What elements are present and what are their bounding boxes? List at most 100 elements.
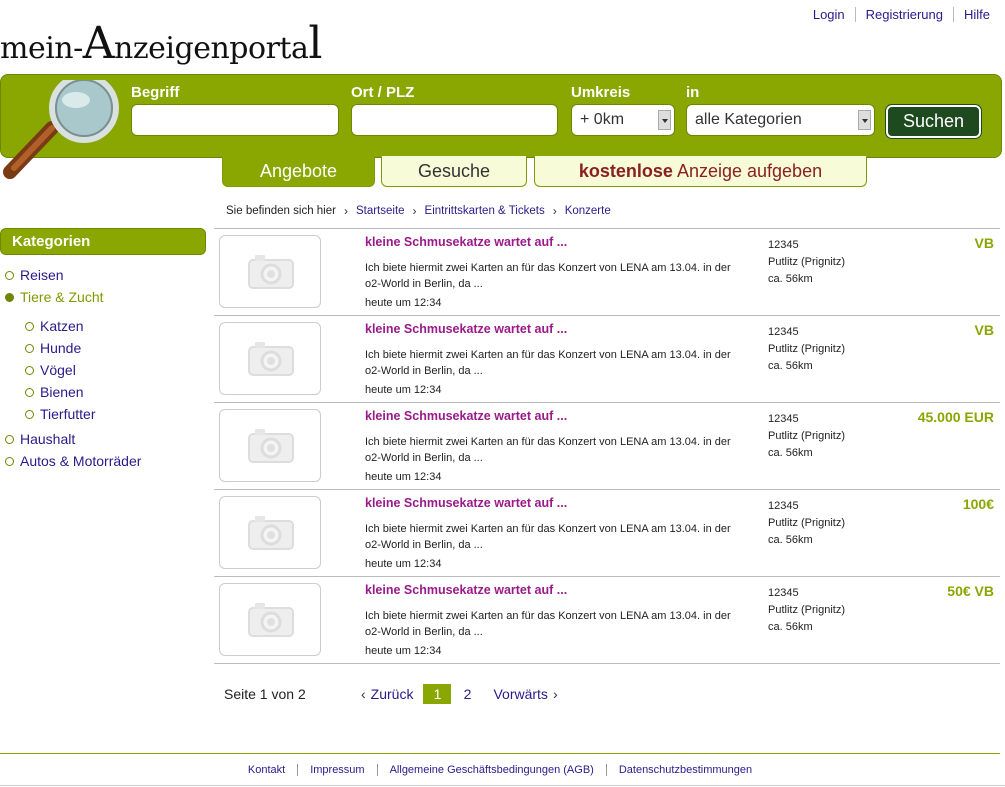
logo-text-big: A	[82, 18, 115, 69]
chevron-right-icon: ›	[343, 204, 348, 218]
sidebar-item-reisen[interactable]: Reisen	[5, 267, 64, 283]
sidebar-item-label: Autos & Motorräder	[20, 453, 142, 469]
listing-title[interactable]: kleine Schmusekatze wartet auf ...	[365, 583, 567, 597]
circle-bullet-icon	[5, 292, 14, 302]
listing-zip: 12345	[768, 587, 799, 599]
listing-price: VB	[974, 235, 994, 251]
listing-description: Ich biete hiermit zwei Karten an für das…	[365, 436, 731, 464]
breadcrumb-concerts[interactable]: Konzerte	[565, 205, 611, 217]
listing-distance: ca. 56km	[768, 273, 813, 285]
listing-thumbnail[interactable]	[219, 496, 321, 569]
camera-placeholder-icon	[248, 603, 294, 637]
camera-placeholder-icon	[248, 516, 294, 550]
chevron-right-icon[interactable]: ›	[553, 686, 558, 702]
radius-field-group: Umkreis + 0km	[571, 84, 675, 136]
circle-bullet-icon	[25, 409, 34, 419]
sidebar-item-hunde[interactable]: Hunde	[25, 340, 81, 356]
chevron-right-icon: ›	[552, 204, 557, 218]
listing-row[interactable]: kleine Schmusekatze wartet auf ... Ich b…	[214, 577, 1000, 664]
listing-thumbnail[interactable]	[219, 409, 321, 482]
listing-row[interactable]: kleine Schmusekatze wartet auf ... Ich b…	[214, 490, 1000, 577]
help-link[interactable]: Hilfe	[952, 7, 990, 22]
page-1[interactable]: 1	[423, 684, 452, 704]
location-field-group: Ort / PLZ	[351, 84, 558, 136]
sidebar-item-label: Vögel	[40, 362, 76, 378]
bottom-divider	[0, 785, 1005, 786]
radius-value: + 0km	[580, 111, 625, 128]
radius-label: Umkreis	[571, 84, 631, 101]
listing-time: heute um 12:34	[365, 297, 442, 309]
sidebar-item-label: Hunde	[40, 340, 82, 356]
listing-location: 12345 Putlitz (Prignitz) ca. 56km	[768, 237, 845, 288]
sidebar-item-katzen[interactable]: Katzen	[25, 318, 84, 334]
sidebar-item-label: Tierfutter	[40, 406, 96, 422]
chevron-down-icon[interactable]	[658, 110, 671, 130]
breadcrumb-tickets[interactable]: Eintrittskarten & Tickets	[425, 205, 545, 217]
chevron-down-icon[interactable]	[858, 110, 871, 130]
sidebar-item-tiere[interactable]: Tiere & Zucht	[5, 289, 104, 305]
listing-price: 100€	[962, 496, 994, 512]
listing-city: Putlitz (Prignitz)	[768, 256, 846, 268]
listing-city: Putlitz (Prignitz)	[768, 517, 846, 529]
listing-thumbnail[interactable]	[219, 235, 321, 308]
listing-row[interactable]: kleine Schmusekatze wartet auf ... Ich b…	[214, 229, 1000, 316]
free-ad-bold: kostenlose	[578, 161, 673, 181]
tab-offers[interactable]: Angebote	[222, 156, 375, 187]
sidebar-item-bienen[interactable]: Bienen	[25, 384, 84, 400]
listing-description: Ich biete hiermit zwei Karten an für das…	[365, 610, 731, 638]
site-logo[interactable]: mein-Anzeigenportal	[0, 18, 322, 69]
term-input[interactable]	[131, 104, 339, 136]
sidebar-item-tierfutter[interactable]: Tierfutter	[25, 406, 96, 422]
footer-contact-link[interactable]: Kontakt	[236, 764, 297, 776]
search-button[interactable]: Suchen	[886, 105, 981, 138]
listing-row[interactable]: kleine Schmusekatze wartet auf ... Ich b…	[214, 403, 1000, 490]
listing-time: heute um 12:34	[365, 384, 442, 396]
radius-select[interactable]: + 0km	[571, 104, 675, 136]
top-links: Login Registrierung Hilfe	[803, 7, 990, 22]
category-value: alle Kategorien	[695, 111, 802, 128]
sidebar-item-voegel[interactable]: Vögel	[25, 362, 76, 378]
sidebar-item-label: Reisen	[20, 267, 64, 283]
listing-row[interactable]: kleine Schmusekatze wartet auf ... Ich b…	[214, 316, 1000, 403]
prev-page-link[interactable]: Zurück	[371, 686, 414, 702]
listing-title[interactable]: kleine Schmusekatze wartet auf ...	[365, 409, 567, 423]
chevron-right-icon: ›	[412, 204, 417, 218]
listing-title[interactable]: kleine Schmusekatze wartet auf ...	[365, 322, 567, 336]
chevron-left-icon[interactable]: ‹	[361, 686, 366, 702]
tab-requests[interactable]: Gesuche	[381, 156, 527, 187]
listing-zip: 12345	[768, 239, 799, 251]
next-page-link[interactable]: Vorwärts	[493, 686, 547, 702]
logo-text-1: mein-	[0, 31, 83, 66]
footer-imprint-link[interactable]: Impressum	[297, 764, 376, 776]
listing-zip: 12345	[768, 326, 799, 338]
breadcrumb-lead: Sie befinden sich hier	[226, 205, 336, 217]
term-field-group: Begriff	[131, 84, 339, 136]
location-input[interactable]	[351, 104, 558, 136]
breadcrumb-home[interactable]: Startseite	[356, 205, 405, 217]
footer-privacy-link[interactable]: Datenschutzbestimmungen	[605, 764, 764, 776]
category-label: in	[686, 84, 700, 101]
footer-divider	[0, 753, 1000, 754]
listing-city: Putlitz (Prignitz)	[768, 604, 846, 616]
listing-zip: 12345	[768, 500, 799, 512]
circle-bullet-icon	[25, 343, 34, 353]
footer-terms-link[interactable]: Allgemeine Geschäftsbedingungen (AGB)	[376, 764, 606, 776]
category-select[interactable]: alle Kategorien	[686, 104, 875, 136]
sidebar-item-haushalt[interactable]: Haushalt	[5, 431, 75, 447]
pagination: Seite 1 von 2 ‹ Zurück 1 2 Vorwärts ›	[224, 684, 563, 704]
circle-bullet-icon	[25, 365, 34, 375]
page-2[interactable]: 2	[453, 684, 481, 704]
listing-price: 45.000 EUR	[917, 409, 994, 425]
register-link[interactable]: Registrierung	[854, 7, 953, 22]
circle-bullet-icon	[5, 270, 14, 280]
listing-thumbnail[interactable]	[219, 583, 321, 656]
listing-title[interactable]: kleine Schmusekatze wartet auf ...	[365, 235, 567, 249]
login-link[interactable]: Login	[803, 7, 855, 22]
listing-price: 50€ VB	[947, 583, 994, 599]
post-free-ad-tab[interactable]: kostenlose Anzeige aufgeben	[534, 156, 867, 187]
term-label: Begriff	[131, 84, 180, 101]
listing-description: Ich biete hiermit zwei Karten an für das…	[365, 523, 731, 551]
listing-thumbnail[interactable]	[219, 322, 321, 395]
listing-title[interactable]: kleine Schmusekatze wartet auf ...	[365, 496, 567, 510]
sidebar-item-autos[interactable]: Autos & Motorräder	[5, 453, 141, 469]
